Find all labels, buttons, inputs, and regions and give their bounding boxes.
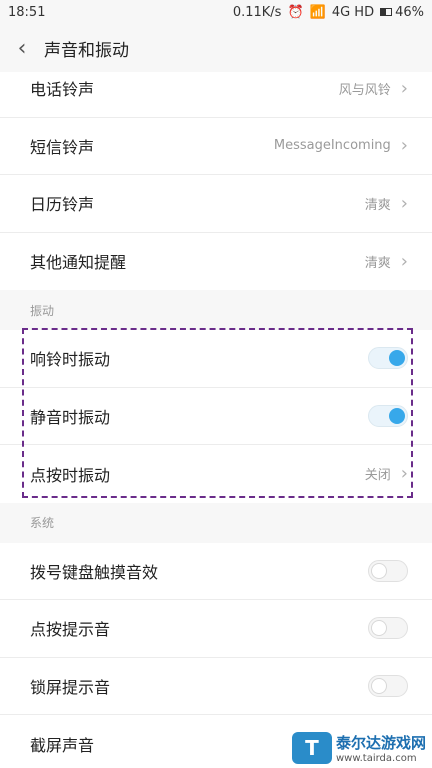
row-value: 清爽 [364,197,391,213]
section-header-vibration: 振动 [0,290,432,330]
battery-percent: 46% [395,4,424,20]
row-label: 其他通知提醒 [30,253,127,273]
battery-icon [380,8,393,16]
row-value: 关闭 [364,468,391,484]
row-other-notification[interactable]: 其他通知提醒 清爽 › [0,233,432,291]
alarm-icon: ⏰ [287,4,304,20]
row-label: 拨号键盘触摸音效 [30,562,159,582]
chevron-right-icon: › [400,135,408,157]
row-calendar-ringtone[interactable]: 日历铃声 清爽 › [0,175,432,233]
toggle-knob [389,407,405,424]
row-sms-ringtone[interactable]: 短信铃声 MessageIncoming › [0,118,432,175]
battery: 46% [380,5,424,20]
status-speed: 0.11K/s [232,4,282,20]
row-tap-sound[interactable]: 点按提示音 [0,600,432,658]
row-label: 点按提示音 [30,620,111,640]
row-phone-ringtone[interactable]: 电话铃声 风与风铃 › [0,72,432,118]
row-vibrate-on-touch[interactable]: 点按时振动 关闭 › [0,445,432,503]
chevron-right-icon: › [400,463,408,485]
row-label: 日历铃声 [30,195,95,215]
toggle-knob [389,350,405,367]
row-label: 锁屏提示音 [30,677,111,697]
chevron-right-icon: › [400,77,408,99]
section-header-system: 系统 [0,502,432,543]
wifi-icon: 📶 [309,4,326,20]
watermark-url: www.tairda.com [335,753,417,764]
chevron-right-icon: › [400,250,408,272]
row-label: 电话铃声 [30,80,95,100]
vibrate-on-silent-toggle[interactable] [368,404,408,427]
settings-content: 电话铃声 风与风铃 › 短信铃声 MessageIncoming › 日历铃声 清爽… [0,72,432,768]
row-value: MessageIncoming [273,138,391,154]
row-label: 响铃时振动 [30,350,111,370]
status-network: 4G HD [331,4,375,20]
chevron-right-icon: › [400,192,408,214]
dial-touch-sound-toggle[interactable] [368,559,408,582]
lock-sound-toggle[interactable] [368,674,408,697]
watermark-logo-icon: T [291,732,332,764]
back-button[interactable]: ‹ [0,24,44,72]
back-icon: ‹ [17,35,27,61]
page-title: 声音和振动 [44,40,129,61]
row-vibrate-on-silent[interactable]: 静音时振动 [0,388,432,445]
watermark: T 泰尔达游戏网 www.tairda.com [291,732,426,764]
row-value: 风与风铃 [338,82,391,98]
row-label: 静音时振动 [30,407,111,427]
row-value: 清爽 [364,255,391,271]
toggle-knob [371,562,387,579]
row-vibrate-on-ring[interactable]: 响铃时振动 [0,330,432,388]
toggle-knob [371,620,387,637]
row-label: 截屏声音 [30,735,95,755]
header: ‹ 声音和振动 [0,24,432,72]
vibrate-on-ring-toggle[interactable] [368,347,408,370]
vibration-group: 响铃时振动 静音时振动 点按时振动 关闭 › [0,330,432,503]
row-label: 点按时振动 [30,465,111,485]
watermark-title: 泰尔达游戏网 [335,734,426,752]
toggle-knob [371,677,387,694]
status-bar: 18:51 0.11K/s ⏰ 📶 4G HD 46% [0,0,432,24]
row-lock-sound[interactable]: 锁屏提示音 [0,658,432,715]
tap-sound-toggle[interactable] [368,617,408,640]
status-time: 18:51 [8,4,46,20]
status-right: 0.11K/s ⏰ 📶 4G HD 46% [233,5,424,20]
ringtone-group: 电话铃声 风与风铃 › 短信铃声 MessageIncoming › 日历铃声 清爽… [0,72,432,290]
row-dial-touch-sound[interactable]: 拨号键盘触摸音效 [0,543,432,600]
row-label: 短信铃声 [30,137,95,157]
